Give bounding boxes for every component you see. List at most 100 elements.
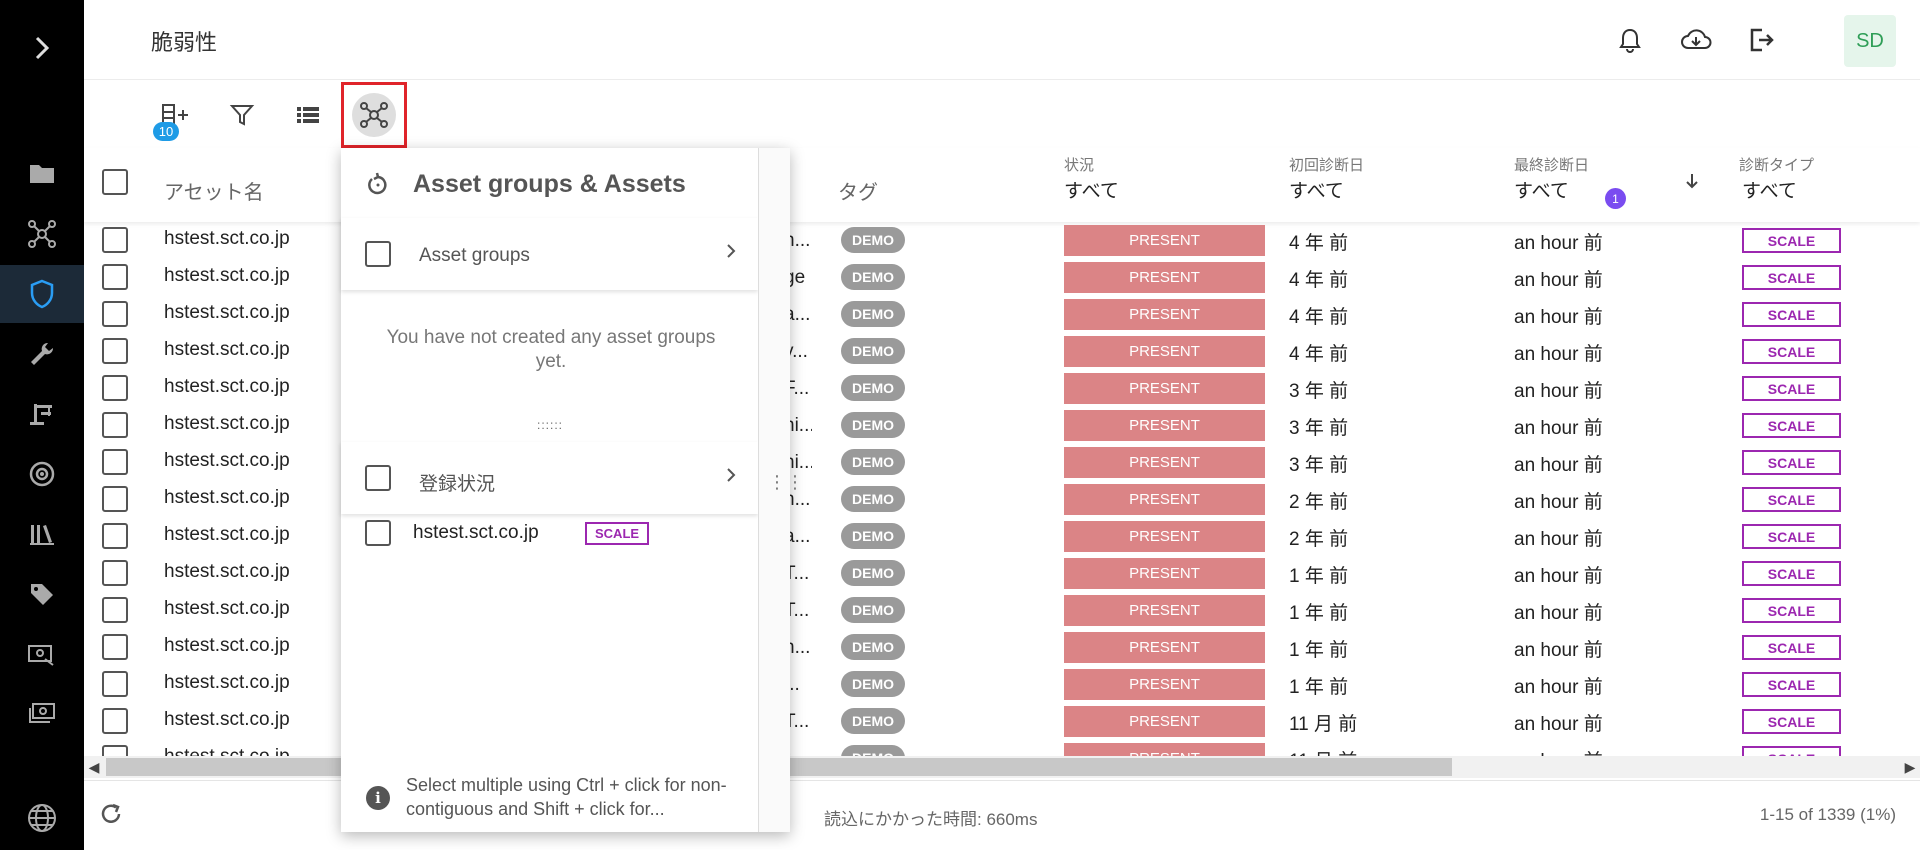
tag-chip[interactable]: DEMO xyxy=(841,523,905,549)
col-scan-type[interactable]: 診断タイプ xyxy=(1739,154,1814,175)
tag-chip[interactable]: DEMO xyxy=(841,449,905,475)
tag-chip[interactable]: DEMO xyxy=(841,227,905,253)
scroll-right-icon[interactable]: ▶ xyxy=(1900,756,1920,778)
asset-groups-checkbox[interactable] xyxy=(365,241,391,267)
registration-status-section[interactable]: 登録状況 xyxy=(341,442,758,514)
last-scan-filter[interactable]: すべて xyxy=(1514,176,1569,203)
col-last-scan[interactable]: 最終診断日 xyxy=(1514,154,1589,175)
col-status[interactable]: 状況 xyxy=(1064,154,1094,175)
row-checkbox[interactable] xyxy=(102,523,128,549)
tag-chip[interactable]: DEMO xyxy=(841,338,905,364)
asset-name-cell[interactable]: hstest.sct.co.jp xyxy=(164,339,290,361)
panel-asset-checkbox[interactable] xyxy=(365,520,391,546)
col-asset-name[interactable]: アセット名 xyxy=(164,176,264,205)
first-scan-cell: 2 年 前 xyxy=(1289,529,1349,550)
asset-name-cell[interactable]: hstest.sct.co.jp xyxy=(164,413,290,435)
reset-selection-button[interactable] xyxy=(365,172,391,203)
asset-name-cell[interactable]: hstest.sct.co.jp xyxy=(164,709,290,731)
logout-button[interactable] xyxy=(1746,24,1778,56)
list-view-button[interactable] xyxy=(286,93,330,137)
row-checkbox[interactable] xyxy=(102,671,128,697)
first-scan-cell: 3 年 前 xyxy=(1289,418,1349,439)
row-checkbox[interactable] xyxy=(102,338,128,364)
rail-item-billing[interactable] xyxy=(0,625,84,683)
row-checkbox[interactable] xyxy=(102,560,128,586)
expand-nav-button[interactable] xyxy=(0,20,84,76)
status-badge: PRESENT xyxy=(1064,743,1265,756)
status-filter[interactable]: すべて xyxy=(1064,176,1119,203)
row-checkbox[interactable] xyxy=(102,227,128,253)
status-badge: PRESENT xyxy=(1064,373,1265,404)
row-checkbox[interactable] xyxy=(102,301,128,327)
row-checkbox[interactable] xyxy=(102,486,128,512)
asset-name-cell[interactable]: hstest.sct.co.jp xyxy=(164,228,290,250)
asset-name-cell[interactable]: hstest.sct.co.jp xyxy=(164,450,290,472)
sort-arrow-down-icon[interactable] xyxy=(1684,172,1700,190)
tag-chip[interactable]: DEMO xyxy=(841,486,905,512)
tag-chip[interactable]: DEMO xyxy=(841,560,905,586)
asset-name-cell[interactable]: hstest.sct.co.jp xyxy=(164,265,290,287)
asset-groups-section[interactable]: Asset groups xyxy=(341,218,758,290)
row-checkbox[interactable] xyxy=(102,745,128,756)
asset-name-cell[interactable]: hstest.sct.co.jp xyxy=(164,376,290,398)
filter-button[interactable] xyxy=(220,93,264,137)
chevron-right-icon[interactable] xyxy=(724,464,738,486)
row-checkbox[interactable] xyxy=(102,449,128,475)
row-checkbox[interactable] xyxy=(102,412,128,438)
tag-chip[interactable]: DEMO xyxy=(841,634,905,660)
panel-resize-bar[interactable]: ⋮⋮ xyxy=(758,148,804,832)
status-badge: PRESENT xyxy=(1064,558,1265,589)
tag-chip[interactable]: DEMO xyxy=(841,264,905,290)
tag-chip[interactable]: DEMO xyxy=(841,708,905,734)
scroll-left-icon[interactable]: ◀ xyxy=(84,756,104,778)
rail-item-target[interactable] xyxy=(0,445,84,503)
row-checkbox[interactable] xyxy=(102,264,128,290)
logout-icon xyxy=(1750,28,1774,52)
row-checkbox[interactable] xyxy=(102,597,128,623)
drag-handle-icon[interactable]: ⋮⋮ xyxy=(768,473,804,491)
scan-type-badge: SCALE xyxy=(1742,524,1841,549)
asset-name-cell[interactable]: hstest.sct.co.jp xyxy=(164,635,290,657)
rail-item-tools[interactable] xyxy=(0,325,84,383)
panel-asset-name: hstest.sct.co.jp xyxy=(413,522,539,543)
refresh-button[interactable] xyxy=(98,801,124,832)
rail-item-vulnerabilities[interactable] xyxy=(0,265,84,323)
row-checkbox[interactable] xyxy=(102,708,128,734)
user-avatar[interactable]: SD xyxy=(1844,15,1896,67)
row-checkbox[interactable] xyxy=(102,375,128,401)
selected-tool-highlight xyxy=(341,82,407,148)
rail-item-library[interactable] xyxy=(0,505,84,563)
resize-grip-icon[interactable]: :::::: xyxy=(537,418,563,432)
chevron-right-icon[interactable] xyxy=(724,240,738,262)
tag-chip[interactable]: DEMO xyxy=(841,412,905,438)
registration-status-checkbox[interactable] xyxy=(365,465,391,491)
scan-type-badge: SCALE xyxy=(1742,746,1841,756)
notifications-button[interactable] xyxy=(1614,24,1646,56)
scan-type-filter[interactable]: すべて xyxy=(1742,176,1797,203)
rail-item-crane[interactable] xyxy=(0,385,84,443)
col-tag[interactable]: タグ xyxy=(838,176,878,205)
asset-name-cell[interactable]: hstest.sct.co.jp xyxy=(164,524,290,546)
asset-name-cell[interactable]: hstest.sct.co.jp xyxy=(164,302,290,324)
col-first-scan[interactable]: 初回診断日 xyxy=(1289,154,1364,175)
row-checkbox[interactable] xyxy=(102,634,128,660)
first-scan-filter[interactable]: すべて xyxy=(1289,176,1344,203)
rail-item-payments[interactable] xyxy=(0,685,84,743)
asset-name-cell[interactable]: hstest.sct.co.jp xyxy=(164,672,290,694)
tag-chip[interactable]: DEMO xyxy=(841,375,905,401)
asset-name-cell[interactable]: hstest.sct.co.jp xyxy=(164,487,290,509)
download-button[interactable] xyxy=(1680,24,1712,56)
asset-name-cell[interactable]: hstest.sct.co.jp xyxy=(164,598,290,620)
panel-asset-item[interactable]: hstest.sct.co.jp SCALE xyxy=(365,518,745,548)
asset-name-cell[interactable]: hstest.sct.co.jp xyxy=(164,561,290,583)
asset-name-cell[interactable]: hstest.sct.co.jp xyxy=(164,746,290,756)
tag-chip[interactable]: DEMO xyxy=(841,301,905,327)
tag-chip[interactable]: DEMO xyxy=(841,745,905,756)
select-all-checkbox[interactable] xyxy=(102,169,128,195)
rail-item-folder[interactable] xyxy=(0,145,84,203)
tag-chip[interactable]: DEMO xyxy=(841,671,905,697)
rail-item-globe[interactable] xyxy=(0,789,84,847)
rail-item-network[interactable] xyxy=(0,205,84,263)
rail-item-tags[interactable] xyxy=(0,565,84,623)
tag-chip[interactable]: DEMO xyxy=(841,597,905,623)
